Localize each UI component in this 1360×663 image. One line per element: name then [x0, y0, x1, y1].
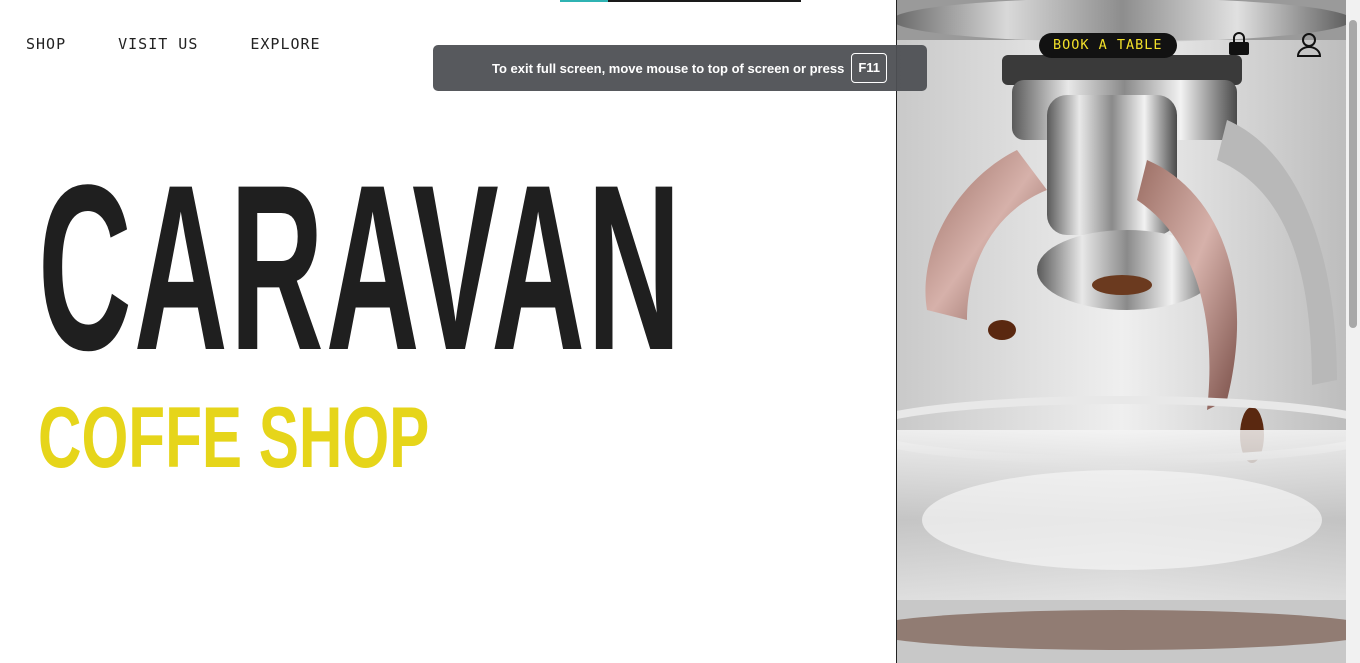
top-progress-bar — [560, 0, 801, 2]
user-icon[interactable] — [1295, 30, 1323, 60]
espresso-machine-photo — [897, 0, 1347, 663]
fullscreen-notice-key: F11 — [851, 53, 887, 83]
hero-title: CARAVAN — [38, 136, 684, 400]
top-progress-fill — [560, 0, 609, 2]
main-nav: SHOP VISIT US EXPLORE — [26, 35, 321, 53]
fullscreen-notice: To exit full screen, move mouse to top o… — [433, 45, 927, 91]
nav-shop-link[interactable]: SHOP — [26, 35, 66, 53]
nav-explore-link[interactable]: EXPLORE — [250, 35, 320, 53]
fullscreen-notice-message: To exit full screen, move mouse to top o… — [492, 60, 845, 76]
page-scrollbar[interactable] — [1346, 0, 1360, 663]
hero-subtitle: COFFE SHOP — [38, 390, 430, 486]
shopping-bag-icon[interactable] — [1225, 30, 1253, 60]
book-a-table-button[interactable]: BOOK A TABLE — [1039, 33, 1177, 58]
scrollbar-thumb[interactable] — [1349, 20, 1357, 328]
nav-visit-us-link[interactable]: VISIT US — [118, 35, 198, 53]
hero-photo-espresso — [896, 0, 1347, 663]
